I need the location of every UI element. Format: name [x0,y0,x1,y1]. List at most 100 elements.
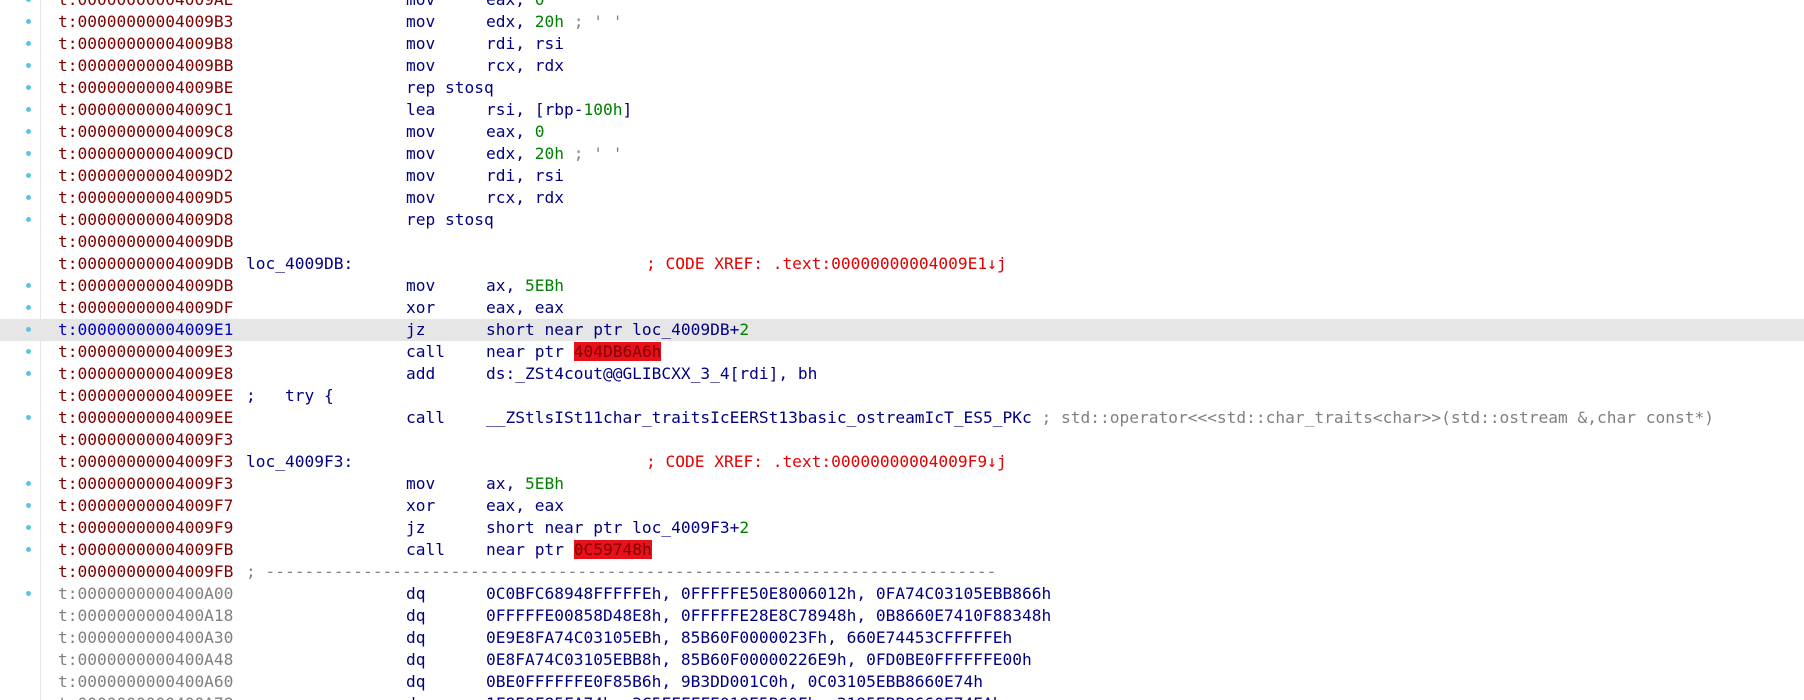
instruction-mnemonic[interactable]: dq [406,627,426,649]
line-address[interactable]: t:00000000004009F3 [58,473,233,495]
code-line[interactable]: t:00000000004009C1 lea rsi, [rbp-100h] [0,99,1804,121]
breakpoint-dot-icon[interactable] [26,525,31,530]
numeric-literal[interactable]: 20h [535,12,564,31]
code-xref-comment[interactable]: ; CODE XREF: .text:00000000004009F9↓j [646,451,1007,473]
operand-text[interactable]: short near ptr loc_4009F3+ [486,518,739,537]
instruction-mnemonic[interactable]: mov [406,121,435,143]
line-address[interactable]: t:00000000004009C8 [58,121,233,143]
code-line[interactable]: t:00000000004009F3 [0,429,1804,451]
breakpoint-dot-icon[interactable] [26,371,31,376]
instruction-mnemonic[interactable]: dq [406,649,426,671]
instruction-mnemonic[interactable]: mov [406,11,435,33]
breakpoint-dot-icon[interactable] [26,481,31,486]
code-line[interactable]: t:00000000004009B3 mov edx, 20h ; ' ' [0,11,1804,33]
breakpoint-dot-icon[interactable] [26,305,31,310]
code-line[interactable]: t:00000000004009AE mov eax, 0 [0,0,1804,11]
operand-text[interactable]: 0C0BFC68948FFFFFEh, 0FFFFFE50E8006012h, … [486,584,1051,603]
selected-code-line[interactable]: t:00000000004009E1 jz short near ptr loc_4… [0,319,1804,341]
instruction-mnemonic[interactable]: dq [406,583,426,605]
code-comment[interactable]: ; std::operator<<<std::char_traits<char>… [1032,408,1714,427]
breakpoint-dot-icon[interactable] [26,415,31,420]
operand-text[interactable]: rdi, rsi [486,34,564,53]
line-address[interactable]: t:0000000000400A60 [58,671,233,693]
line-address[interactable]: t:00000000004009AE [58,0,233,11]
code-line[interactable]: t:00000000004009F3 mov ax, 5EBh [0,473,1804,495]
code-line[interactable]: t:00000000004009CD mov edx, 20h ; ' ' [0,143,1804,165]
code-line[interactable]: t:00000000004009EE call __ZStlsISt11char_t… [0,407,1804,429]
breakpoint-dot-icon[interactable] [26,41,31,46]
numeric-literal[interactable]: 5EBh [525,276,564,295]
line-address[interactable]: t:00000000004009F7 [58,495,233,517]
unresolved-target[interactable]: 404DB6A6h [573,342,662,361]
line-address[interactable]: t:00000000004009F3 [58,451,233,473]
instruction-operands[interactable]: 0E9E8FA74C03105EBh, 85B60F0000023Fh, 660… [486,627,1012,649]
code-label[interactable]: loc_4009DB: [246,253,353,275]
code-line[interactable]: t:00000000004009BB mov rcx, rdx [0,55,1804,77]
instruction-operands[interactable]: rsi, [rbp-100h] [486,99,632,121]
line-address[interactable]: t:00000000004009D8 [58,209,233,231]
line-address[interactable]: t:00000000004009CD [58,143,233,165]
code-line[interactable]: t:00000000004009D5 mov rcx, rdx [0,187,1804,209]
operand-text[interactable]: rsi, [rbp- [486,100,583,119]
breakpoint-dot-icon[interactable] [26,19,31,24]
code-line[interactable]: t:00000000004009BE rep stosq [0,77,1804,99]
breakpoint-dot-icon[interactable] [26,547,31,552]
breakpoint-dot-icon[interactable] [26,0,31,2]
instruction-mnemonic[interactable]: call [406,407,445,429]
instruction-operands[interactable]: ax, 5EBh [486,275,564,297]
breakpoint-dot-icon[interactable] [26,151,31,156]
code-line[interactable]: t:00000000004009D2 mov rdi, rsi [0,165,1804,187]
operand-text[interactable]: 0BE0FFFFFFE0F85B6h, 9B3DD001C0h, 0C03105… [486,672,983,691]
line-address[interactable]: t:00000000004009BE [58,77,233,99]
code-line[interactable]: t:00000000004009DB mov ax, 5EBh [0,275,1804,297]
code-line[interactable]: t:0000000000400A48 dq 0E8FA74C03105EBB8h, … [0,649,1804,671]
unresolved-target[interactable]: 0C59748h [573,540,652,559]
instruction-operands[interactable]: rdi, rsi [486,33,564,55]
operand-text[interactable]: eax, eax [486,298,564,317]
line-address[interactable]: t:00000000004009B3 [58,11,233,33]
instruction-operands[interactable]: 0E8FA74C03105EBB8h, 85B60F00000226E9h, 0… [486,649,1032,671]
code-line[interactable]: t:0000000000400A30 dq 0E9E8FA74C03105EBh, … [0,627,1804,649]
code-line[interactable]: t:00000000004009D8 rep stosq [0,209,1804,231]
instruction-operands[interactable]: edx, 20h ; ' ' [486,11,622,33]
instruction-mnemonic[interactable]: mov [406,0,435,11]
operand-text[interactable]: near ptr [486,342,574,361]
operand-text[interactable]: eax, [486,0,535,9]
operand-text[interactable]: short near ptr loc_4009DB+ [486,320,739,339]
line-address[interactable]: t:00000000004009DB [58,275,233,297]
operand-text[interactable]: 0E9E8FA74C03105EBh, 85B60F0000023Fh, 660… [486,628,1012,647]
breakpoint-dot-icon[interactable] [26,173,31,178]
instruction-mnemonic[interactable]: mov [406,473,435,495]
operand-text[interactable]: near ptr [486,540,574,559]
breakpoint-dot-icon[interactable] [26,63,31,68]
instruction-operands[interactable]: 1F8E0F85FA74h, 3C5FFFFFE018E5B60Fh, 3195… [486,693,1003,700]
instruction-mnemonic[interactable]: mov [406,55,435,77]
line-address[interactable]: t:00000000004009F9 [58,517,233,539]
instruction-operands[interactable]: eax, 0 [486,121,544,143]
instruction-mnemonic[interactable]: dq [406,605,426,627]
numeric-literal[interactable]: 100h [583,100,622,119]
code-line[interactable]: t:00000000004009E8 add ds:_ZSt4cout@@GLIBC… [0,363,1804,385]
code-line[interactable]: t:00000000004009FB call near ptr 0C59748h [0,539,1804,561]
instruction-operands[interactable]: ds:_ZSt4cout@@GLIBCXX_3_4[rdi], bh [486,363,817,385]
instruction-mnemonic[interactable]: jz [406,319,426,341]
instruction-mnemonic[interactable]: xor [406,297,435,319]
instruction-mnemonic[interactable]: mov [406,187,435,209]
operand-text[interactable]: ax, [486,276,525,295]
line-address[interactable]: t:00000000004009BB [58,55,233,77]
instruction-operands[interactable]: short near ptr loc_4009DB+2 [486,319,749,341]
instruction-mnemonic[interactable]: lea [406,99,435,121]
code-label[interactable]: ; --------------------------------------… [246,561,996,583]
instruction-mnemonic[interactable]: call [406,341,445,363]
numeric-literal[interactable]: 0 [535,0,545,9]
line-address[interactable]: t:0000000000400A48 [58,649,233,671]
instruction-operands[interactable]: 0BE0FFFFFFE0F85B6h, 9B3DD001C0h, 0C03105… [486,671,983,693]
instruction-mnemonic[interactable]: rep stosq [406,77,494,99]
code-comment[interactable]: ; ' ' [564,144,623,163]
line-address[interactable]: t:00000000004009DB [58,231,233,253]
instruction-mnemonic[interactable]: dq [406,671,426,693]
line-address[interactable]: t:0000000000400A00 [58,583,233,605]
line-address[interactable]: t:00000000004009FB [58,561,233,583]
operand-text[interactable]: ax, [486,474,525,493]
instruction-operands[interactable]: 0FFFFFE00858D48E8h, 0FFFFFE28E8C78948h, … [486,605,1051,627]
